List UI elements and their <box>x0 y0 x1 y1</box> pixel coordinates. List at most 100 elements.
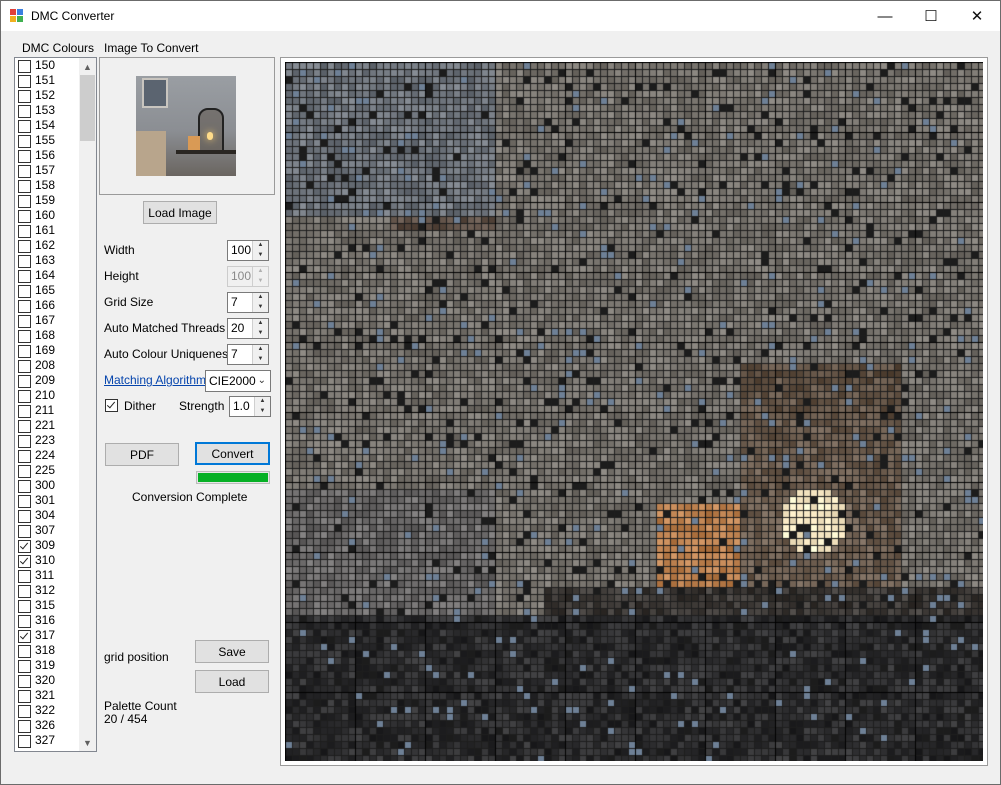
colour-item[interactable]: 164 <box>15 268 79 283</box>
strength-spinner[interactable]: 1.0 ▲ ▼ <box>229 396 271 417</box>
algorithm-select[interactable]: CIE2000 ⌄ <box>205 370 271 392</box>
colour-item[interactable]: 223 <box>15 433 79 448</box>
threads-spinner[interactable]: 20 ▲ ▼ <box>227 318 269 339</box>
colour-item[interactable]: 320 <box>15 673 79 688</box>
colour-item[interactable]: 211 <box>15 403 79 418</box>
colour-item[interactable]: 327 <box>15 733 79 748</box>
colour-checkbox[interactable] <box>18 360 31 373</box>
colour-item[interactable]: 307 <box>15 523 79 538</box>
colour-checkbox[interactable] <box>18 435 31 448</box>
colour-item[interactable]: 326 <box>15 718 79 733</box>
colour-checkbox[interactable] <box>18 735 31 748</box>
colour-checkbox[interactable] <box>18 120 31 133</box>
colour-item[interactable]: 316 <box>15 613 79 628</box>
colour-checkbox[interactable] <box>18 240 31 253</box>
colour-checkbox[interactable] <box>18 720 31 733</box>
colour-item[interactable]: 156 <box>15 148 79 163</box>
colour-item[interactable]: 317 <box>15 628 79 643</box>
colour-item[interactable]: 168 <box>15 328 79 343</box>
colour-checkbox[interactable] <box>18 510 31 523</box>
colour-checkbox[interactable] <box>18 450 31 463</box>
colour-checkbox[interactable] <box>18 555 31 568</box>
colour-item[interactable]: 161 <box>15 223 79 238</box>
colour-item[interactable]: 150 <box>15 58 79 73</box>
colour-item[interactable]: 208 <box>15 358 79 373</box>
colour-item[interactable]: 318 <box>15 643 79 658</box>
colour-item[interactable]: 311 <box>15 568 79 583</box>
load-button[interactable]: Load <box>195 670 269 693</box>
scroll-up-icon[interactable]: ▲ <box>79 58 96 75</box>
colour-checkbox[interactable] <box>18 375 31 388</box>
colour-item[interactable]: 209 <box>15 373 79 388</box>
colour-item[interactable]: 167 <box>15 313 79 328</box>
colour-item[interactable]: 210 <box>15 388 79 403</box>
colour-item[interactable]: 154 <box>15 118 79 133</box>
colour-checkbox[interactable] <box>18 660 31 673</box>
colour-item[interactable]: 309 <box>15 538 79 553</box>
colour-checkbox[interactable] <box>18 645 31 658</box>
colour-item[interactable]: 322 <box>15 703 79 718</box>
spin-down-icon[interactable]: ▼ <box>253 303 268 312</box>
colour-checkbox[interactable] <box>18 195 31 208</box>
colour-checkbox[interactable] <box>18 420 31 433</box>
colour-checkbox[interactable] <box>18 570 31 583</box>
colour-checkbox[interactable] <box>18 225 31 238</box>
colour-checkbox[interactable] <box>18 525 31 538</box>
spin-down-icon[interactable]: ▼ <box>253 329 268 338</box>
colour-checkbox[interactable] <box>18 705 31 718</box>
colour-checkbox[interactable] <box>18 105 31 118</box>
colour-checkbox[interactable] <box>18 405 31 418</box>
colour-checkbox[interactable] <box>18 675 31 688</box>
spin-up-icon[interactable]: ▲ <box>255 397 270 406</box>
colour-checkbox[interactable] <box>18 495 31 508</box>
colour-checkbox[interactable] <box>18 585 31 598</box>
colour-checkbox[interactable] <box>18 90 31 103</box>
colour-checkbox[interactable] <box>18 285 31 298</box>
colour-checkbox[interactable] <box>18 480 31 493</box>
spin-up-icon[interactable]: ▲ <box>253 241 268 250</box>
load-image-button[interactable]: Load Image <box>143 201 217 224</box>
colour-item[interactable]: 158 <box>15 178 79 193</box>
pdf-button[interactable]: PDF <box>105 443 179 466</box>
colour-item[interactable]: 163 <box>15 253 79 268</box>
colour-item[interactable]: 155 <box>15 133 79 148</box>
colour-item[interactable]: 315 <box>15 598 79 613</box>
colour-item[interactable]: 321 <box>15 688 79 703</box>
colour-item[interactable]: 152 <box>15 88 79 103</box>
colour-scrollbar[interactable]: ▲ ▼ <box>79 58 96 751</box>
colour-checkbox[interactable] <box>18 75 31 88</box>
colour-checkbox[interactable] <box>18 390 31 403</box>
matching-algorithm-link[interactable]: Matching Algorithm <box>104 373 206 387</box>
colour-checkbox[interactable] <box>18 600 31 613</box>
grid-size-spinner[interactable]: 7 ▲ ▼ <box>227 292 269 313</box>
spin-up-icon[interactable]: ▲ <box>253 345 268 354</box>
colour-checkbox[interactable] <box>18 180 31 193</box>
colour-item[interactable]: 221 <box>15 418 79 433</box>
colour-item[interactable]: 319 <box>15 658 79 673</box>
spin-down-icon[interactable]: ▼ <box>255 407 270 416</box>
colour-item[interactable]: 160 <box>15 208 79 223</box>
colour-checkbox[interactable] <box>18 615 31 628</box>
spin-down-icon[interactable]: ▼ <box>253 355 268 364</box>
minimize-button[interactable]: — <box>862 1 908 31</box>
colour-checkbox[interactable] <box>18 60 31 73</box>
dither-checkbox[interactable] <box>105 399 118 412</box>
colour-checkbox[interactable] <box>18 330 31 343</box>
colour-checklist[interactable]: 150 151 152 153 154 155 156 157 158 159 160 161 162 1… <box>14 57 97 752</box>
spin-up-icon[interactable]: ▲ <box>253 319 268 328</box>
colour-item[interactable]: 165 <box>15 283 79 298</box>
colour-item[interactable]: 166 <box>15 298 79 313</box>
pattern-canvas[interactable] <box>285 62 983 761</box>
colour-checkbox[interactable] <box>18 315 31 328</box>
colour-item[interactable]: 301 <box>15 493 79 508</box>
spin-up-icon[interactable]: ▲ <box>253 293 268 302</box>
colour-item[interactable]: 224 <box>15 448 79 463</box>
colour-item[interactable]: 153 <box>15 103 79 118</box>
colour-checkbox[interactable] <box>18 345 31 358</box>
colour-checkbox[interactable] <box>18 300 31 313</box>
colour-item[interactable]: 169 <box>15 343 79 358</box>
colour-checkbox[interactable] <box>18 135 31 148</box>
convert-button[interactable]: Convert <box>195 442 270 465</box>
uniqueness-spinner[interactable]: 7 ▲ ▼ <box>227 344 269 365</box>
colour-checkbox[interactable] <box>18 255 31 268</box>
